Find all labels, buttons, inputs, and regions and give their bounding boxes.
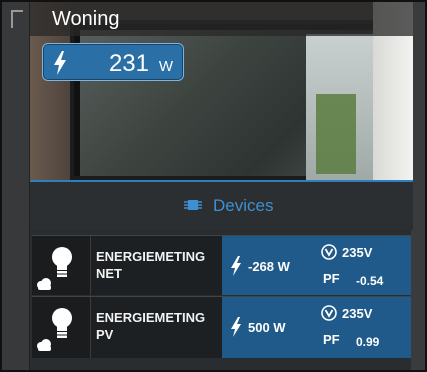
device-power-factor: -0.54 <box>356 274 384 288</box>
room-header-photo: Woning <box>30 2 413 180</box>
right-rail-scrollbar[interactable] <box>411 2 425 370</box>
device-name: ENERGIEMETING NET <box>96 249 206 281</box>
lightning-icon <box>231 256 241 276</box>
lightning-icon <box>231 317 241 337</box>
power-factor-label: PF <box>323 332 340 347</box>
device-icon-cell <box>32 236 91 295</box>
device-power: 500 W <box>248 320 286 335</box>
voltage-icon <box>321 305 337 321</box>
power-factor-label: PF <box>323 271 340 286</box>
left-rail <box>2 2 30 370</box>
total-power-unit: W <box>158 58 173 75</box>
device-stats: -268 W 235V PF -0.54 <box>222 236 411 295</box>
voltage-icon <box>321 244 337 260</box>
cloud-icon <box>37 339 51 351</box>
lightbulb-icon <box>52 247 72 277</box>
device-row[interactable]: ENERGIEMETING NET -268 W 235V PF -0.54 <box>32 235 411 295</box>
device-icon-cell <box>32 297 91 358</box>
room-title: Woning <box>52 8 120 30</box>
total-power-badge[interactable]: 231 W <box>42 43 184 81</box>
chip-icon <box>184 200 202 210</box>
device-power-factor: 0.99 <box>356 335 380 349</box>
device-power: -268 W <box>248 259 290 274</box>
devices-section-header[interactable]: Devices <box>30 182 413 230</box>
device-row[interactable]: ENERGIEMETING PV 500 W 235V PF 0.99 <box>32 296 411 358</box>
devices-label: Devices <box>213 196 274 215</box>
lightning-icon <box>54 51 66 75</box>
device-voltage: 235V <box>342 245 373 260</box>
cloud-icon <box>37 278 51 290</box>
device-name: ENERGIEMETING PV <box>96 310 206 342</box>
device-voltage: 235V <box>342 306 373 321</box>
rail-marker <box>11 10 23 28</box>
lightbulb-icon <box>52 308 72 338</box>
total-power-value: 231 <box>108 50 149 77</box>
device-stats: 500 W 235V PF 0.99 <box>222 297 411 358</box>
